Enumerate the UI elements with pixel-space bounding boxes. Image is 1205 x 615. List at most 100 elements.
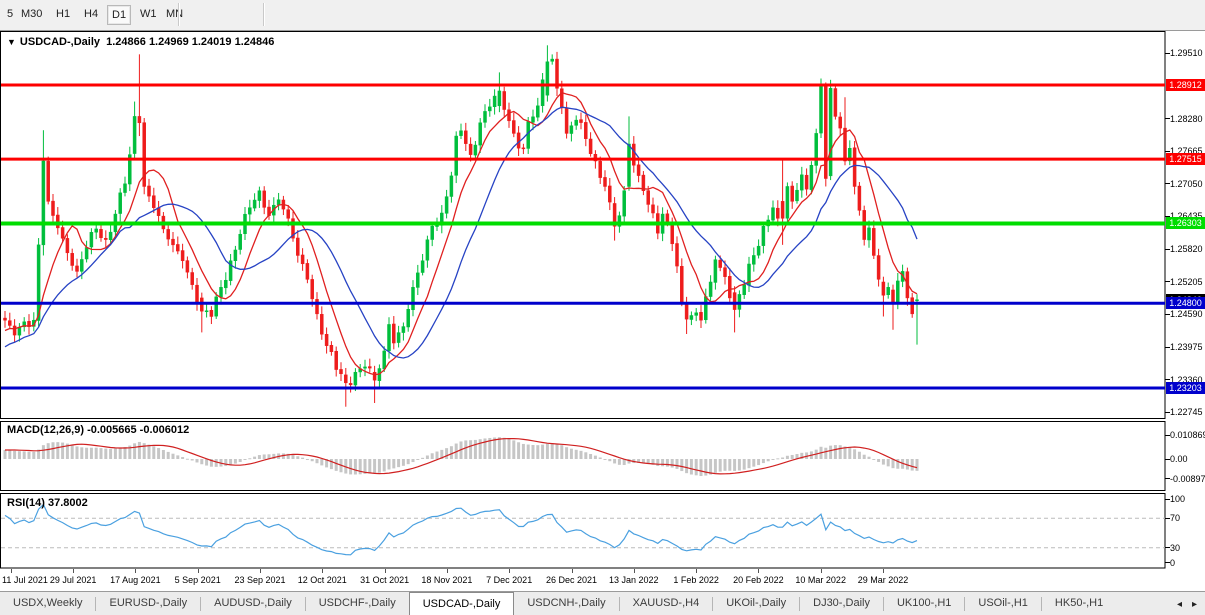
candle xyxy=(300,254,305,265)
macd-bar xyxy=(315,459,319,464)
macd-bar xyxy=(493,437,497,459)
macd-bar xyxy=(185,458,189,460)
macd-bar xyxy=(656,459,660,467)
macd-bar xyxy=(449,446,453,459)
candle xyxy=(675,243,679,267)
date-axis[interactable]: 11 Jul 2021 29 Jul 2021 17 Aug 2021 5 Sep 2… xyxy=(0,569,1205,591)
date-tick xyxy=(322,569,324,573)
candle xyxy=(430,226,434,240)
candle xyxy=(257,190,262,201)
macd-bar xyxy=(421,457,425,459)
macd-bar xyxy=(85,447,89,459)
date-tick xyxy=(696,569,698,573)
macd-bar xyxy=(910,459,914,471)
candle xyxy=(550,58,554,62)
price-level-label: 1.26303 xyxy=(1166,217,1205,230)
tab-dj30-daily[interactable]: DJ30-,Daily xyxy=(800,592,883,615)
candle xyxy=(137,116,142,124)
macd-bar xyxy=(200,459,204,465)
macd-bar xyxy=(113,448,117,459)
candle xyxy=(248,207,252,215)
macd-bar xyxy=(603,459,607,460)
macd-bar xyxy=(857,451,861,459)
candle xyxy=(867,227,871,241)
date-tick xyxy=(260,569,261,573)
macd-bar xyxy=(766,459,770,462)
candle xyxy=(545,61,550,96)
candle xyxy=(75,265,79,272)
macd-bar xyxy=(349,459,353,475)
macd-bar xyxy=(89,447,93,459)
macd-bar xyxy=(526,444,530,459)
candle xyxy=(252,199,257,209)
candle xyxy=(756,245,761,256)
tab-usdchf-daily[interactable]: USDCHF-,Daily xyxy=(306,592,409,615)
candle xyxy=(387,324,391,352)
tab-usdcnh-daily[interactable]: USDCNH-,Daily xyxy=(514,592,618,615)
candle xyxy=(536,105,540,118)
macd-bar xyxy=(771,459,775,460)
macd-bar xyxy=(205,459,209,466)
rsi-axis-label: 0 xyxy=(1170,557,1176,568)
candle xyxy=(329,345,334,352)
candle xyxy=(608,185,612,203)
macd-bar xyxy=(190,459,194,461)
macd-bar xyxy=(181,457,185,459)
panel-frame xyxy=(0,493,1166,569)
chart-dropdown-arrow[interactable]: ▼ xyxy=(7,37,16,47)
candle xyxy=(828,88,833,177)
candle xyxy=(507,109,511,122)
tab-usdx-weekly[interactable]: USDX,Weekly xyxy=(0,592,95,615)
macd-bar xyxy=(517,442,521,459)
candle xyxy=(372,371,377,381)
macd-bar xyxy=(915,459,919,471)
tab-usoil-h1[interactable]: USOil-,H1 xyxy=(965,592,1041,615)
macd-bar xyxy=(41,445,45,459)
macd-bar xyxy=(593,455,597,459)
macd-bar xyxy=(737,459,741,471)
macd-bar xyxy=(373,459,377,474)
macd-bar xyxy=(886,459,890,467)
macd-bar xyxy=(824,447,828,459)
candle xyxy=(224,279,228,289)
macd-bar xyxy=(147,444,151,459)
candle xyxy=(209,309,214,317)
candle xyxy=(305,263,310,280)
tab-ukoil-daily[interactable]: UKOil-,Daily xyxy=(713,592,799,615)
candle xyxy=(348,383,353,386)
macd-bar xyxy=(224,459,228,467)
candle xyxy=(104,238,108,240)
macd-bar xyxy=(891,459,895,469)
candle xyxy=(512,120,516,134)
date-label: 10 Mar 2022 xyxy=(795,575,846,585)
macd-bar xyxy=(713,459,717,473)
candle xyxy=(459,130,463,136)
date-tick xyxy=(10,569,12,573)
tab-xauusd-h4[interactable]: XAUUSD-,H4 xyxy=(620,592,713,615)
macd-bar xyxy=(685,459,689,474)
tab-scroll-left-icon[interactable]: ◂ xyxy=(1177,599,1182,610)
candle xyxy=(785,186,790,219)
macd-bar xyxy=(699,459,703,477)
candle xyxy=(790,185,794,202)
macd-bar xyxy=(152,446,156,459)
macd-bar xyxy=(502,437,506,459)
tab-hk50-h1[interactable]: HK50-,H1 xyxy=(1042,592,1116,615)
tab-audusd-daily[interactable]: AUDUSD-,Daily xyxy=(201,592,305,615)
candle xyxy=(627,143,631,187)
macd-bar xyxy=(723,459,727,471)
macd-label: MACD(12,26,9) -0.005665 -0.006012 xyxy=(7,424,190,436)
candle xyxy=(684,304,689,320)
candle xyxy=(603,177,607,187)
date-label: 12 Oct 2021 xyxy=(297,575,347,585)
candle xyxy=(857,185,862,211)
tab-scroll-right-icon[interactable]: ▸ xyxy=(1192,599,1197,610)
candle xyxy=(132,116,137,154)
candle xyxy=(324,334,329,346)
candle xyxy=(718,259,722,268)
chart-canvas[interactable] xyxy=(0,0,1205,615)
tab-eurusd-daily[interactable]: EURUSD-,Daily xyxy=(96,592,200,615)
tab-usdcad-daily[interactable]: USDCAD-,Daily xyxy=(408,592,515,615)
candle xyxy=(646,190,650,205)
tab-uk100-h1[interactable]: UK100-,H1 xyxy=(884,592,964,615)
